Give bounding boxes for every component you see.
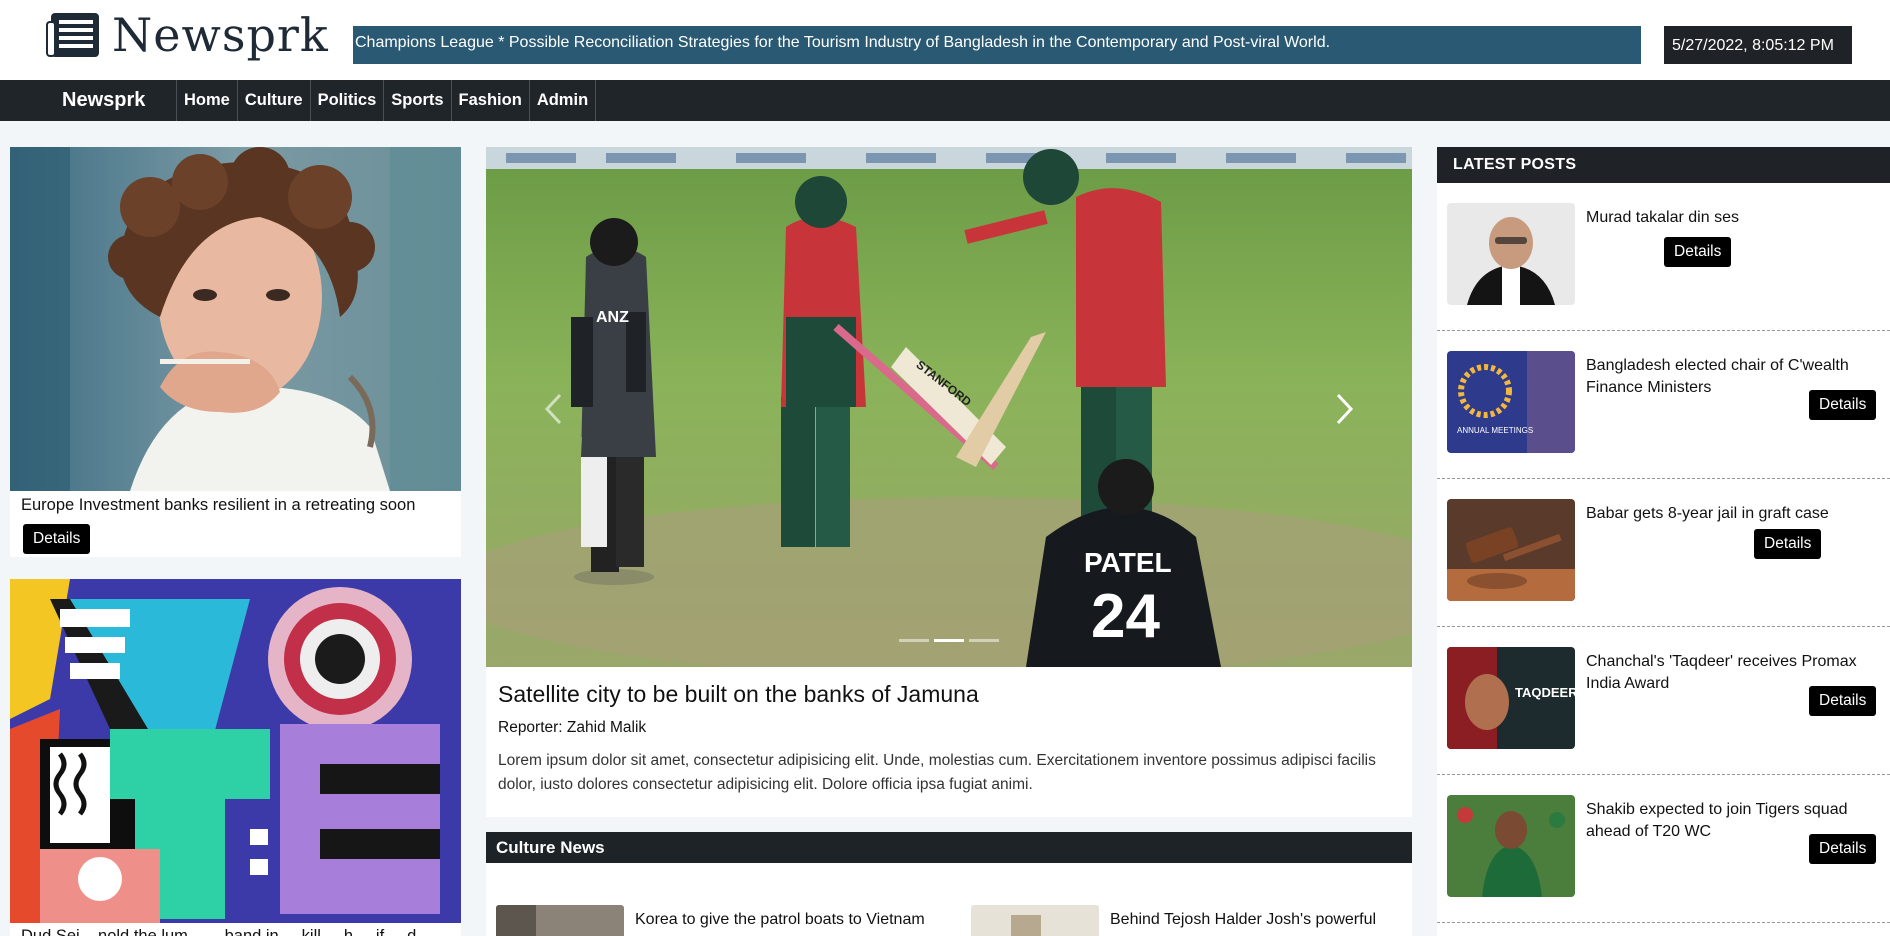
nav-link-home[interactable]: Home bbox=[176, 80, 237, 121]
main-navbar: Newsprk Home Culture Politics Sports Fas… bbox=[0, 80, 1890, 121]
logo-text: Newsprk bbox=[112, 8, 329, 62]
culture-item-title-1[interactable]: Korea to give the patrol boats to Vietna… bbox=[635, 911, 925, 929]
latest-posts-sidebar: LATEST POSTS Murad takalar din ses Detai… bbox=[1437, 147, 1890, 936]
details-button[interactable]: Details bbox=[1809, 390, 1877, 420]
post-thumb-shakib[interactable] bbox=[1447, 795, 1575, 897]
left-card-title-2[interactable]: Dud Sei... nold the lum... ... band in .… bbox=[21, 927, 430, 936]
annual-meetings-text: ANNUAL MEETINGS bbox=[1457, 426, 1533, 435]
post-title[interactable]: Murad takalar din ses bbox=[1586, 207, 1876, 229]
newspaper-icon bbox=[46, 13, 99, 57]
post-thumb-taqdeer[interactable]: TAQDEER bbox=[1447, 647, 1575, 749]
nav-link-fashion[interactable]: Fashion bbox=[450, 80, 529, 121]
smoking-man-photo[interactable] bbox=[10, 147, 461, 491]
featured-story: Satellite city to be built on the banks … bbox=[486, 667, 1412, 817]
post-thumb-cwealth[interactable]: ANNUAL MEETINGS bbox=[1447, 351, 1575, 453]
site-header: Newsprk Champions League * Possible Reco… bbox=[0, 0, 1890, 80]
post-thumb-murad[interactable] bbox=[1447, 203, 1575, 305]
vote-mural-photo[interactable] bbox=[10, 579, 461, 923]
details-button[interactable]: Details bbox=[23, 524, 91, 554]
culture-item-title-2[interactable]: Behind Tejosh Halder Josh's powerful bbox=[1110, 911, 1376, 929]
story-reporter: Reporter: Zahid Malik bbox=[498, 719, 647, 736]
cricket-match-photo: PATEL 24 ANZ STANFORD bbox=[486, 147, 1412, 667]
culture-thumb-1[interactable] bbox=[496, 905, 624, 936]
latest-post-item: TAQDEER Chanchal's 'Taqdeer' receives Pr… bbox=[1437, 627, 1890, 775]
details-button[interactable]: Details bbox=[1754, 529, 1822, 559]
hero-carousel[interactable]: PATEL 24 ANZ STANFORD bbox=[486, 147, 1412, 667]
left-news-card-2: Dud Sei... nold the lum... ... band in .… bbox=[10, 579, 461, 936]
details-button[interactable]: Details bbox=[1809, 686, 1877, 716]
culture-news-list: Korea to give the patrol boats to Vietna… bbox=[486, 863, 1412, 936]
taqdeer-logo-text: TAQDEER bbox=[1515, 685, 1575, 700]
carousel-indicator-2[interactable] bbox=[934, 639, 964, 642]
latest-post-item: Shakib expected to join Tigers squad ahe… bbox=[1437, 775, 1890, 923]
post-thumb-gavel[interactable] bbox=[1447, 499, 1575, 601]
carousel-indicator-3[interactable] bbox=[969, 639, 999, 642]
latest-post-item: Murad takalar din ses Details bbox=[1437, 183, 1890, 331]
left-card-title[interactable]: Europe Investment banks resilient in a r… bbox=[21, 496, 415, 515]
left-news-card: Europe Investment banks resilient in a r… bbox=[10, 147, 461, 557]
nav-link-politics[interactable]: Politics bbox=[309, 80, 384, 121]
shirt-sponsor: ANZ bbox=[596, 309, 629, 326]
navbar-brand[interactable]: Newsprk bbox=[62, 80, 145, 121]
carousel-prev-icon[interactable] bbox=[542, 392, 566, 426]
nav-links: Home Culture Politics Sports Fashion Adm… bbox=[176, 80, 597, 121]
details-button[interactable]: Details bbox=[1809, 834, 1877, 864]
culture-news-heading: Culture News bbox=[486, 832, 1412, 863]
nav-link-culture[interactable]: Culture bbox=[236, 80, 310, 121]
nav-link-admin[interactable]: Admin bbox=[528, 80, 597, 121]
latest-post-item: ANNUAL MEETINGS Bangladesh elected chair… bbox=[1437, 331, 1890, 479]
site-logo[interactable]: Newsprk bbox=[45, 10, 329, 60]
latest-post-item: Babar gets 8-year jail in graft case Det… bbox=[1437, 479, 1890, 627]
news-ticker[interactable]: Champions League * Possible Reconciliati… bbox=[353, 26, 1641, 64]
carousel-next-icon[interactable] bbox=[1332, 392, 1356, 426]
story-excerpt: Lorem ipsum dolor sit amet, consectetur … bbox=[498, 752, 1376, 793]
details-button[interactable]: Details bbox=[1664, 237, 1732, 267]
culture-thumb-2[interactable] bbox=[971, 905, 1099, 936]
latest-posts-heading: LATEST POSTS bbox=[1437, 147, 1890, 183]
story-title[interactable]: Satellite city to be built on the banks … bbox=[498, 679, 1400, 709]
date-time-display: 5/27/2022, 8:05:12 PM bbox=[1664, 26, 1852, 64]
nav-link-sports[interactable]: Sports bbox=[383, 80, 450, 121]
post-title[interactable]: Babar gets 8-year jail in graft case bbox=[1586, 503, 1876, 525]
carousel-indicators bbox=[486, 639, 1412, 642]
carousel-indicator-1[interactable] bbox=[899, 639, 929, 642]
jersey-name: PATEL bbox=[1084, 547, 1172, 578]
